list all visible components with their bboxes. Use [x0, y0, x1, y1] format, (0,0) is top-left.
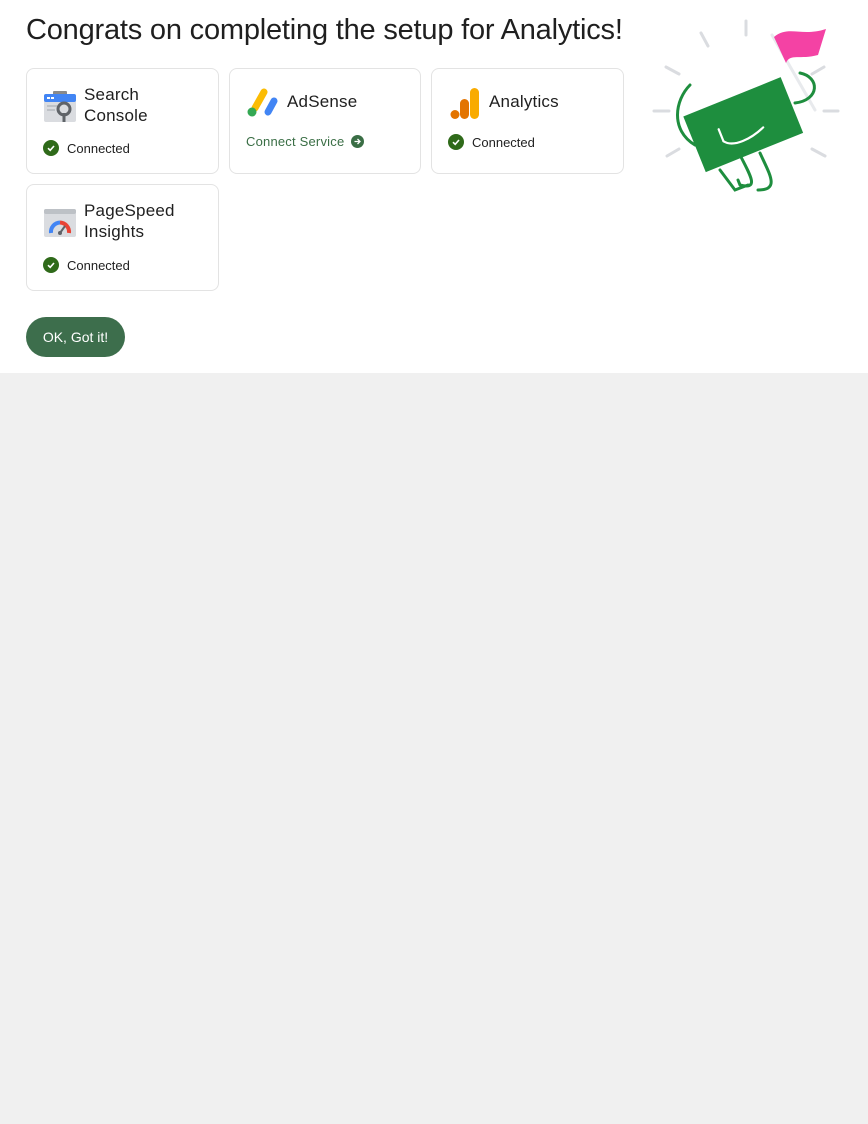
- connection-status: Connected: [43, 257, 130, 273]
- service-card-adsense: AdSense Connect Service: [229, 68, 421, 174]
- check-circle-icon: [448, 134, 464, 150]
- service-card-pagespeed-insights: PageSpeed Insights Connected: [26, 184, 219, 291]
- search-console-icon: [43, 89, 77, 123]
- check-circle-icon: [43, 140, 59, 156]
- connection-status: Connected: [448, 134, 535, 150]
- service-name: PageSpeed Insights: [84, 201, 175, 241]
- connect-service-label: Connect Service: [246, 134, 345, 149]
- status-label: Connected: [67, 257, 130, 273]
- connect-service-link[interactable]: Connect Service: [246, 134, 365, 149]
- status-label: Connected: [67, 140, 130, 156]
- adsense-icon: [246, 86, 280, 120]
- celebration-illustration: [650, 15, 845, 200]
- setup-complete-panel: Congrats on completing the setup for Ana…: [0, 0, 868, 373]
- check-circle-icon: [43, 257, 59, 273]
- pagespeed-insights-icon: [43, 206, 77, 240]
- service-card-analytics: Analytics Connected: [431, 68, 624, 174]
- connection-status: Connected: [43, 140, 130, 156]
- analytics-icon: [448, 86, 482, 120]
- page-title: Congrats on completing the setup for Ana…: [26, 14, 623, 46]
- ok-got-it-button[interactable]: OK, Got it!: [26, 317, 125, 357]
- service-name: Analytics: [489, 92, 559, 111]
- service-card-search-console: Search Console Connected: [26, 68, 219, 174]
- arrow-right-icon: [351, 135, 365, 148]
- service-name: AdSense: [287, 92, 358, 111]
- service-name: Search Console: [84, 85, 148, 125]
- status-label: Connected: [472, 134, 535, 150]
